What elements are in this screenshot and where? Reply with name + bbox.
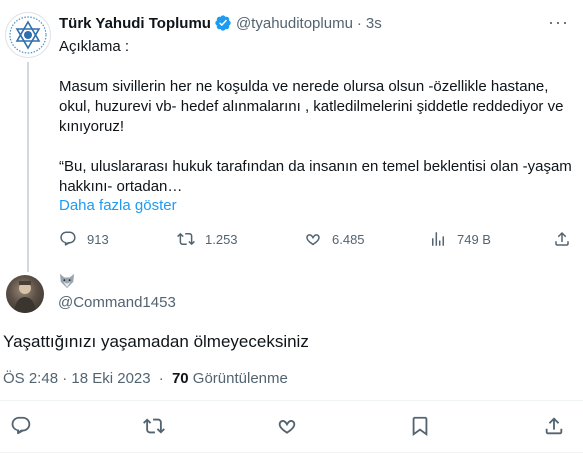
tweet-body: Açıklama : Masum sivillerin her ne koşul…: [59, 37, 579, 197]
share-icon: [545, 417, 563, 435]
reply-timestamp[interactable]: ÖS 2:48 · 18 Eki 2023: [3, 370, 151, 387]
reply-actions: [0, 415, 583, 441]
repost-icon: [177, 232, 195, 246]
share-button[interactable]: [543, 415, 565, 437]
reply-views-count: 70: [171, 370, 189, 387]
avatar-image: [14, 281, 36, 313]
more-icon[interactable]: ···: [548, 12, 569, 33]
reply-icon: [60, 231, 76, 246]
separator: ·: [356, 14, 362, 32]
author-name[interactable]: Türk Yahudi Toplumu: [59, 15, 211, 32]
reply-meta: ÖS 2:48 · 18 Eki 2023 · 70 Görüntülenme: [3, 370, 288, 387]
repost-count: 1.253: [205, 231, 238, 247]
reply-button[interactable]: [10, 415, 32, 437]
reply-author-avatar[interactable]: [6, 275, 44, 313]
tweet-time[interactable]: 3s: [366, 15, 382, 32]
thread-line: [27, 62, 29, 272]
tweet-actions: 913 1.253 6.485 749 B: [59, 230, 575, 252]
reply-text: Yaşattığınızı yaşamadan ölmeyeceksiniz: [3, 332, 309, 351]
bookmark-icon: [412, 416, 428, 437]
like-button[interactable]: 6.485: [304, 230, 365, 248]
reply-author-handle[interactable]: @Command1453: [58, 294, 176, 311]
divider: [0, 452, 583, 453]
views-icon: [432, 232, 444, 246]
share-button[interactable]: [553, 230, 571, 248]
divider: [0, 400, 583, 401]
parent-tweet[interactable]: Türk Yahudi Toplumu @tyahuditoplumu · 3s…: [0, 0, 583, 272]
bookmark-button[interactable]: [409, 415, 431, 437]
share-icon: [555, 231, 569, 246]
tweet-paragraph: Masum sivillerin her ne koşulda ve nered…: [59, 78, 568, 135]
like-icon: [278, 420, 296, 434]
tweet-paragraph: Açıklama :: [59, 38, 130, 55]
reply-button[interactable]: 913: [59, 230, 109, 248]
repost-button[interactable]: [143, 415, 165, 437]
author-avatar[interactable]: [5, 12, 51, 58]
like-button[interactable]: [276, 415, 298, 437]
show-more-link[interactable]: Daha fazla göster: [59, 197, 177, 214]
repost-icon: [143, 418, 165, 434]
views-count: 749 B: [457, 231, 491, 247]
tweet-header: Türk Yahudi Toplumu @tyahuditoplumu · 3s: [59, 14, 382, 32]
like-count: 6.485: [332, 231, 365, 247]
like-icon: [306, 234, 320, 246]
repost-button[interactable]: 1.253: [177, 230, 238, 248]
verified-badge-icon: [215, 15, 231, 31]
separator: ·: [158, 370, 164, 387]
reply-icon: [11, 416, 31, 435]
author-handle[interactable]: @tyahuditoplumu: [236, 15, 353, 32]
views-button[interactable]: 749 B: [429, 230, 491, 248]
reply-views-label: Görüntülenme: [192, 370, 288, 387]
star-of-david-logo-icon: [9, 16, 47, 54]
reply-count: 913: [87, 231, 109, 247]
tweet-paragraph: “Bu, uluslararası hukuk tarafından da in…: [59, 158, 576, 195]
wolf-emoji-icon: [59, 273, 75, 289]
